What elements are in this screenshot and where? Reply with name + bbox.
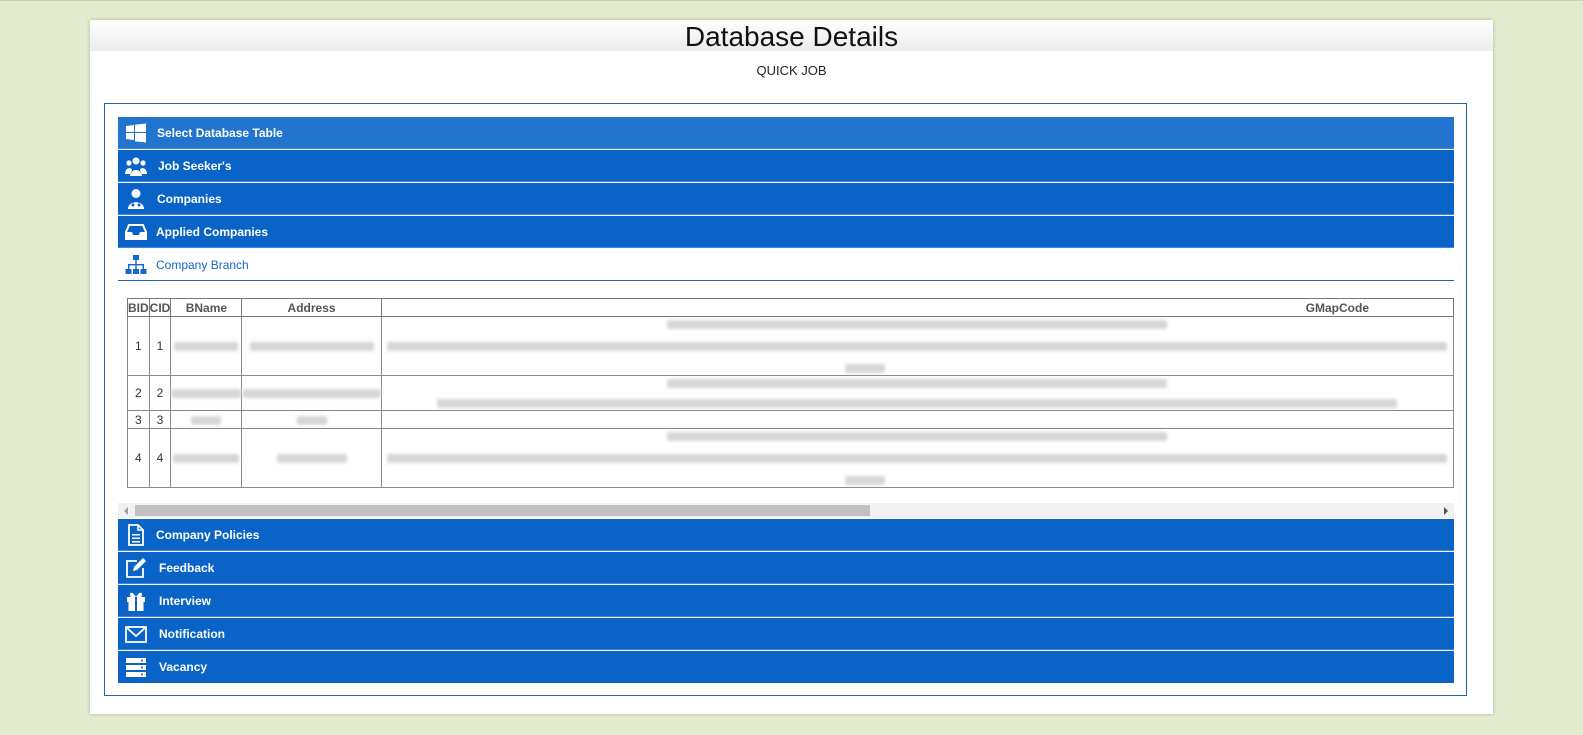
accordion-header-applied-companies[interactable]: Applied Companies (118, 216, 1454, 248)
column-header-cid[interactable]: CID (148, 298, 172, 317)
column-header-gmapcode[interactable]: GMapCode (380, 298, 1454, 317)
envelope-icon (125, 626, 147, 643)
accordion-frame: Select Database Table Job Seeker's Compa… (104, 103, 1467, 696)
accordion-label: Select Database Table (157, 126, 283, 140)
inbox-icon (125, 224, 147, 240)
accordion-header-company-policies[interactable]: Company Policies (118, 519, 1454, 551)
accordion-label: Feedback (159, 561, 215, 575)
card-header: Database Details (90, 20, 1493, 52)
user-doctor-icon (128, 189, 144, 209)
cell-bname (170, 410, 243, 429)
scroll-left-arrow-icon[interactable] (124, 507, 128, 515)
document-icon (128, 524, 144, 546)
accordion-header-feedback[interactable]: Feedback (118, 552, 1454, 584)
accordion-label: Applied Companies (156, 225, 269, 239)
cell-bname (170, 316, 243, 376)
accordion-label: Companies (157, 192, 222, 206)
cell-bid: 4 (127, 428, 150, 488)
cell-bid: 1 (127, 316, 150, 376)
table-row[interactable]: 3 3 (127, 410, 1454, 429)
accordion-label: Job Seeker's (158, 159, 232, 173)
users-group-icon (125, 157, 147, 176)
cell-address (241, 375, 382, 411)
column-header-bid[interactable]: BID (127, 298, 150, 317)
page-subtitle: QUICK JOB (756, 63, 827, 78)
cell-address (241, 410, 382, 429)
cell-gmapcode (380, 375, 1454, 411)
cell-bid: 3 (127, 410, 150, 429)
windows-icon (126, 123, 146, 143)
accordion-header-job-seekers[interactable]: Job Seeker's (118, 150, 1454, 182)
table-row[interactable]: 2 2 (127, 375, 1454, 411)
column-header-address[interactable]: Address (241, 298, 382, 317)
page-title: Database Details (684, 21, 899, 52)
accordion-label: Vacancy (159, 660, 208, 674)
edit-icon (126, 558, 146, 578)
cell-cid: 2 (148, 375, 172, 411)
accordion-header-company-branch[interactable]: Company Branch (118, 249, 1454, 281)
accordion-header-select-database-table[interactable]: Select Database Table (118, 117, 1454, 149)
top-border (0, 0, 1583, 1)
scroll-right-arrow-icon[interactable] (1444, 507, 1448, 515)
cell-gmapcode (380, 428, 1454, 488)
table-row[interactable]: 1 1 (127, 316, 1454, 376)
gift-icon (127, 592, 145, 611)
cell-cid: 1 (148, 316, 172, 376)
cell-address (241, 316, 382, 376)
company-branch-panel: BID CID BName Address GMapCode 1 1 2 2 3… (118, 281, 1454, 519)
cell-gmapcode (380, 316, 1454, 376)
cell-bname (170, 375, 243, 411)
cell-bname (170, 428, 243, 488)
server-icon (126, 658, 146, 677)
accordion-label: Interview (159, 594, 212, 608)
cell-cid: 3 (148, 410, 172, 429)
cell-address (241, 428, 382, 488)
cell-bid: 2 (127, 375, 150, 411)
cell-cid: 4 (148, 428, 172, 488)
accordion-label: Company Branch (156, 258, 249, 272)
accordion-header-companies[interactable]: Companies (118, 183, 1454, 215)
scrollbar-thumb[interactable] (135, 505, 870, 516)
cell-gmapcode (380, 410, 1454, 429)
table-row[interactable]: 4 4 (127, 428, 1454, 488)
sitemap-icon (125, 255, 147, 274)
accordion-header-vacancy[interactable]: Vacancy (118, 651, 1454, 683)
accordion-label: Company Policies (156, 528, 260, 542)
database-details-card: Database Details QUICK JOB Select Databa… (90, 20, 1493, 714)
branch-table: BID CID BName Address GMapCode 1 1 2 2 3… (127, 298, 1454, 488)
table-accordion: Select Database Table Job Seeker's Compa… (118, 117, 1454, 684)
accordion-header-interview[interactable]: Interview (118, 585, 1454, 617)
accordion-label: Notification (159, 627, 225, 641)
accordion-header-notification[interactable]: Notification (118, 618, 1454, 650)
column-header-bname[interactable]: BName (170, 298, 243, 317)
horizontal-scrollbar[interactable] (118, 503, 1454, 518)
